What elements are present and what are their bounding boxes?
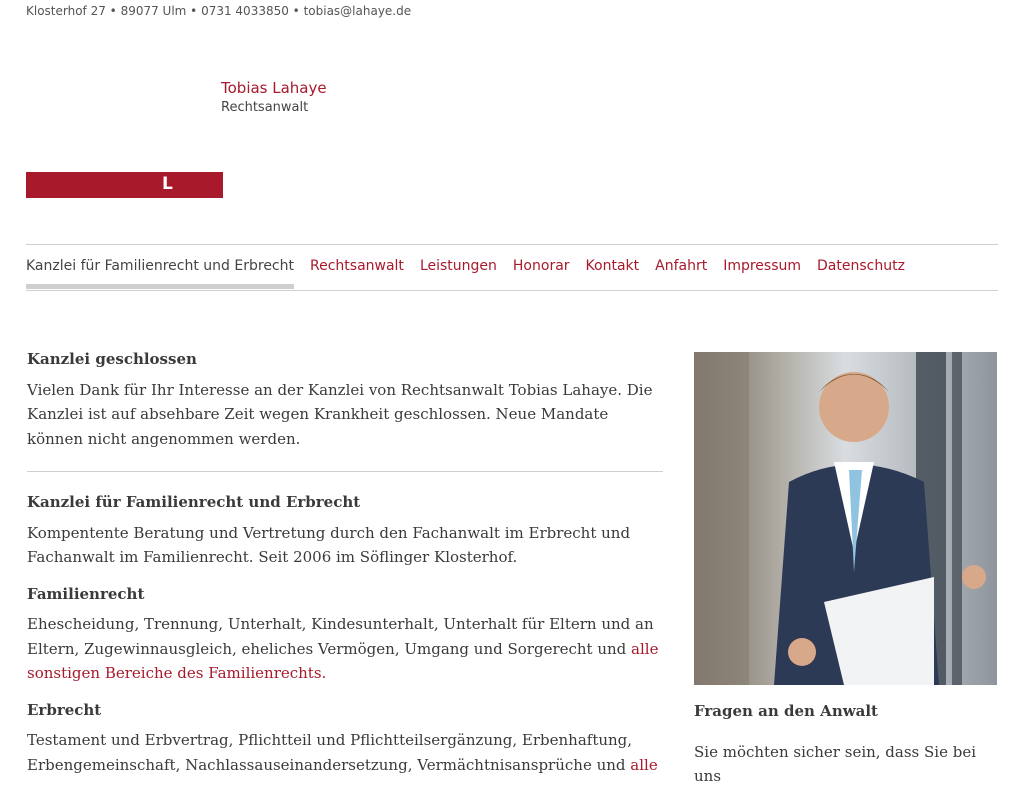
family-law-body: Ehescheidung, Trennung, Unterhalt, Kinde… <box>27 615 654 658</box>
sidebar-text: Sie möchten sicher sein, dass Sie bei un… <box>694 743 977 785</box>
nav-divider-bottom <box>26 290 998 291</box>
main-nav: Kanzlei für Familienrecht und Erbrecht R… <box>26 255 905 289</box>
nav-item-impressum[interactable]: Impressum <box>723 255 801 289</box>
closed-heading: Kanzlei geschlossen <box>27 350 197 368</box>
nav-item-kontakt[interactable]: Kontakt <box>586 255 640 289</box>
lawyer-photo <box>694 352 997 685</box>
nav-item-datenschutz[interactable]: Datenschutz <box>817 255 905 289</box>
inheritance-law-text: Testament und Erbvertrag, Pflichtteil un… <box>27 728 663 777</box>
brand-name: Tobias Lahaye <box>221 79 327 97</box>
sidebar-heading: Fragen an den Anwalt <box>694 702 878 720</box>
inheritance-law-link[interactable]: alle <box>630 756 657 774</box>
closed-text: Vielen Dank für Ihr Interesse an der Kan… <box>27 380 653 448</box>
inheritance-law-heading: Erbrecht <box>27 700 102 719</box>
nav-item-honorar[interactable]: Honorar <box>513 255 570 289</box>
nav-item-rechtsanwalt[interactable]: Rechtsanwalt <box>310 255 404 289</box>
nav-divider-top <box>26 244 998 245</box>
firm-heading: Kanzlei für Familienrecht und Erbrecht <box>27 493 361 511</box>
content-divider <box>27 471 663 472</box>
main-content: Kanzlei geschlossen Vielen Dank für Ihr … <box>27 347 663 789</box>
family-law-text: Ehescheidung, Trennung, Unterhalt, Kinde… <box>27 612 663 686</box>
family-law-heading: Familienrecht <box>27 584 145 603</box>
inheritance-law-body: Testament und Erbvertrag, Pflichtteil un… <box>27 731 633 774</box>
logo-bar[interactable]: L <box>26 172 223 198</box>
contact-line: Klosterhof 27 • 89077 Ulm • 0731 4033850… <box>26 4 412 18</box>
logo-letter: L <box>162 174 173 194</box>
nav-item-leistungen[interactable]: Leistungen <box>420 255 497 289</box>
nav-item-kanzlei[interactable]: Kanzlei für Familienrecht und Erbrecht <box>26 255 294 289</box>
brand-subtitle: Rechtsanwalt <box>221 100 309 115</box>
nav-item-anfahrt[interactable]: Anfahrt <box>655 255 707 289</box>
firm-text: Kompentente Beratung und Vertretung durc… <box>27 523 631 567</box>
